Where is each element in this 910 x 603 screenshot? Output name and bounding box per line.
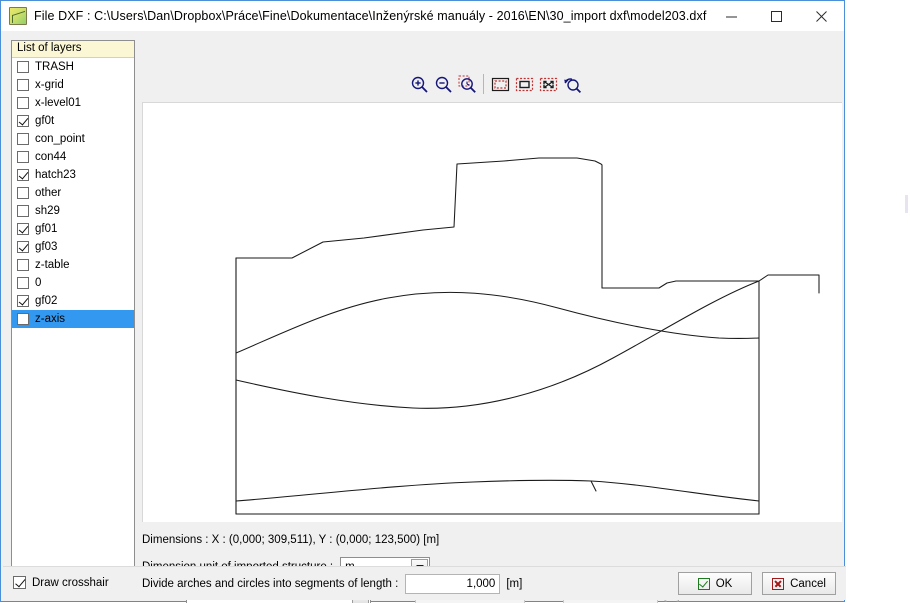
cross-icon [772,577,785,590]
dimensions-row: Dimensions : X : (0,000; 309,511), Y : (… [142,529,842,551]
layer-list-item-label: gf01 [35,223,58,235]
window-title: File DXF : C:\Users\Dan\Dropbox\Práce\Fi… [34,9,707,23]
title-bar: File DXF : C:\Users\Dan\Dropbox\Práce\Fi… [1,1,844,31]
layer-list-item-label: z-table [35,259,70,271]
layer-list-item-label: con_point [35,133,85,145]
layer-list-item-label: sh29 [35,205,60,217]
checkbox-icon[interactable] [17,133,29,145]
zoom-out-icon[interactable] [431,72,455,96]
dimensions-label: Dimensions : X : (0,000; 309,511), Y : (… [142,534,440,546]
layer-list-item[interactable]: gf02 [12,292,134,310]
checkbox-icon[interactable] [17,97,29,109]
checkbox-icon[interactable] [17,277,29,289]
screen-artifact [905,195,908,213]
checkbox-icon[interactable] [17,151,29,163]
cancel-button-label: Cancel [790,577,826,590]
layer-list-item[interactable]: con_point [12,130,134,148]
layer-list-item[interactable]: gf0t [12,112,134,130]
zoom-in-icon[interactable] [407,72,431,96]
zoom-all-icon[interactable] [536,72,560,96]
divide-segments-row: Divide arches and circles into segments … [142,574,522,594]
zoom-selection-icon[interactable] [512,72,536,96]
close-button[interactable] [799,1,844,31]
checkbox-icon[interactable] [17,205,29,217]
minimize-button[interactable] [709,1,754,31]
layer-list-item-label: other [35,187,62,199]
layer-list-item-label: gf0t [35,115,55,127]
zoom-previous-icon[interactable] [455,72,479,96]
layer-list-item[interactable]: other [12,184,134,202]
layer-list-item-label: x-grid [35,79,64,91]
layer-list-item-label: z-axis [35,313,66,325]
cancel-button[interactable]: Cancel [762,572,836,595]
layer-list-header: List of layers [12,41,134,58]
layer-list-item[interactable]: 0 [12,274,134,292]
dxf-import-dialog: File DXF : C:\Users\Dan\Dropbox\Práce\Fi… [0,0,846,603]
window-controls [709,1,844,31]
layer-list-item-label: hatch23 [35,169,76,181]
checkbox-icon[interactable] [17,187,29,199]
checkbox-icon[interactable] [17,223,29,235]
zoom-window-icon[interactable] [488,72,512,96]
dxf-preview-canvas[interactable] [142,102,842,522]
dialog-buttons: OK Cancel [678,572,836,595]
dialog-client-area: List of layers TRASH x-grid x-level01 gf0t c… [2,31,846,603]
layer-list-item[interactable]: hatch23 [12,166,134,184]
layer-list-rows: TRASH x-grid x-level01 gf0t con_point con44 ha… [12,58,134,328]
layer-list-item-label: x-level01 [35,97,82,109]
dxf-file-icon [9,7,27,25]
toolbar-separator [483,74,484,94]
ok-button-label: OK [715,577,733,590]
layer-list-item-label: TRASH [35,61,74,73]
layer-list-item[interactable]: gf01 [12,220,134,238]
layer-list-item[interactable]: z-axis [12,310,134,328]
zoom-refresh-icon[interactable] [560,72,584,96]
view-toolbar [407,71,584,97]
draw-crosshair-checkbox[interactable]: Draw crosshair [13,576,109,589]
layer-list-item[interactable]: con44 [12,148,134,166]
ok-button[interactable]: OK [678,572,752,595]
cross-section-drawing [235,157,820,515]
layer-list-panel[interactable]: List of layers TRASH x-grid x-level01 gf0t c… [11,40,135,570]
layer-list-item-label: gf03 [35,241,58,253]
divide-segments-unit: [m] [506,578,523,590]
layer-list-item-label: 0 [35,277,42,289]
layer-list-item[interactable]: x-grid [12,76,134,94]
divide-segments-label: Divide arches and circles into segments … [142,578,399,590]
layer-list-item[interactable]: z-table [12,256,134,274]
checkbox-icon[interactable] [17,115,29,127]
checkbox-icon[interactable] [17,313,29,325]
check-icon [697,577,710,590]
draw-crosshair-label: Draw crosshair [32,576,109,589]
dialog-footer: Draw crosshair Divide arches and circles… [3,566,846,600]
screen: File DXF : C:\Users\Dan\Dropbox\Práce\Fi… [0,0,910,603]
checkbox-icon[interactable] [13,576,26,589]
layer-list-item[interactable]: sh29 [12,202,134,220]
divide-segments-input[interactable]: 1,000 [405,574,501,594]
checkbox-icon[interactable] [17,169,29,181]
checkbox-icon[interactable] [17,259,29,271]
layer-list-item-label: con44 [35,151,67,163]
layer-list-item[interactable]: TRASH [12,58,134,76]
checkbox-icon[interactable] [17,241,29,253]
maximize-button[interactable] [754,1,799,31]
layer-list-item[interactable]: gf03 [12,238,134,256]
layer-list-item[interactable]: x-level01 [12,94,134,112]
checkbox-icon[interactable] [17,61,29,73]
layer-list-item-label: gf02 [35,295,58,307]
checkbox-icon[interactable] [17,79,29,91]
divide-segments-value: 1,000 [466,578,496,590]
checkbox-icon[interactable] [17,295,29,307]
